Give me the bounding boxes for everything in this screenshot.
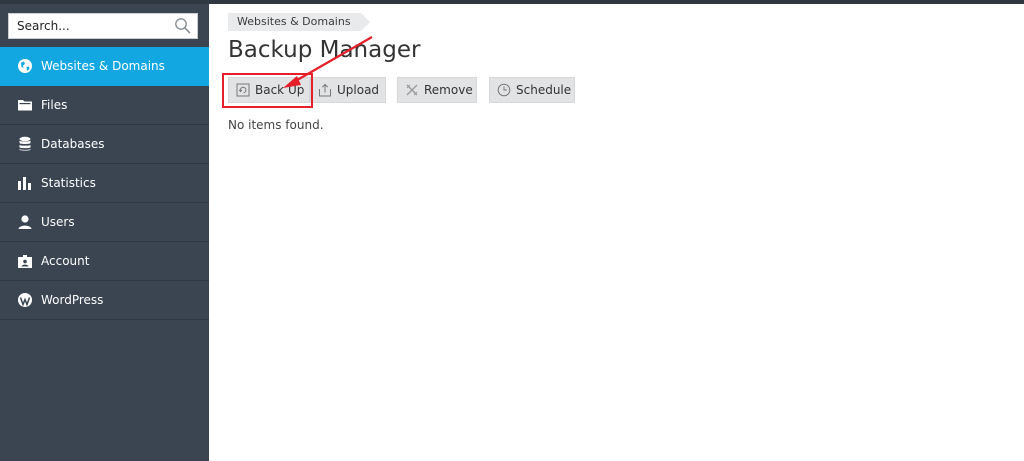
wordpress-icon — [16, 292, 34, 308]
sidebar: Websites & Domains Files Databases Stati… — [0, 4, 209, 461]
schedule-button[interactable]: Schedule — [489, 77, 575, 103]
remove-button[interactable]: Remove — [397, 77, 477, 103]
user-icon — [16, 214, 34, 230]
sidebar-item-files[interactable]: Files — [0, 86, 209, 125]
schedule-label: Schedule — [516, 83, 572, 97]
search-icon[interactable] — [174, 17, 192, 35]
upload-button[interactable]: Upload — [310, 77, 386, 103]
clock-icon — [497, 83, 511, 97]
sidebar-item-websites-domains[interactable]: Websites & Domains — [0, 47, 209, 86]
remove-label: Remove — [424, 83, 473, 97]
sidebar-item-databases[interactable]: Databases — [0, 125, 209, 164]
back-up-label: Back Up — [255, 83, 305, 97]
back-up-button[interactable]: Back Up — [228, 77, 310, 103]
sidebar-item-account[interactable]: Account — [0, 242, 209, 281]
upload-icon — [318, 83, 332, 97]
remove-icon — [405, 83, 419, 97]
sidebar-item-users[interactable]: Users — [0, 203, 209, 242]
sidebar-item-wordpress[interactable]: WordPress — [0, 281, 209, 320]
sidebar-item-label: Databases — [41, 137, 105, 151]
sidebar-item-label: WordPress — [41, 293, 104, 307]
page-title: Backup Manager — [228, 37, 421, 63]
bar-chart-icon — [16, 175, 34, 191]
sidebar-item-label: Account — [41, 254, 90, 268]
empty-list-message: No items found. — [228, 118, 324, 132]
sidebar-item-label: Statistics — [41, 176, 96, 190]
main-content: Websites & Domains Backup Manager Back U… — [209, 4, 1024, 461]
sidebar-item-label: Files — [41, 98, 68, 112]
sidebar-item-statistics[interactable]: Statistics — [0, 164, 209, 203]
search-box[interactable] — [8, 13, 198, 39]
globe-icon — [16, 58, 34, 74]
account-card-icon — [16, 253, 34, 269]
search-input[interactable] — [9, 14, 169, 38]
folder-icon — [16, 97, 34, 113]
upload-label: Upload — [337, 83, 380, 97]
database-icon — [16, 136, 34, 152]
sidebar-item-label: Users — [41, 215, 75, 229]
sidebar-nav: Websites & Domains Files Databases Stati… — [0, 47, 209, 320]
sidebar-item-label: Websites & Domains — [41, 59, 165, 73]
breadcrumb[interactable]: Websites & Domains — [228, 13, 370, 31]
backup-icon — [236, 83, 250, 97]
